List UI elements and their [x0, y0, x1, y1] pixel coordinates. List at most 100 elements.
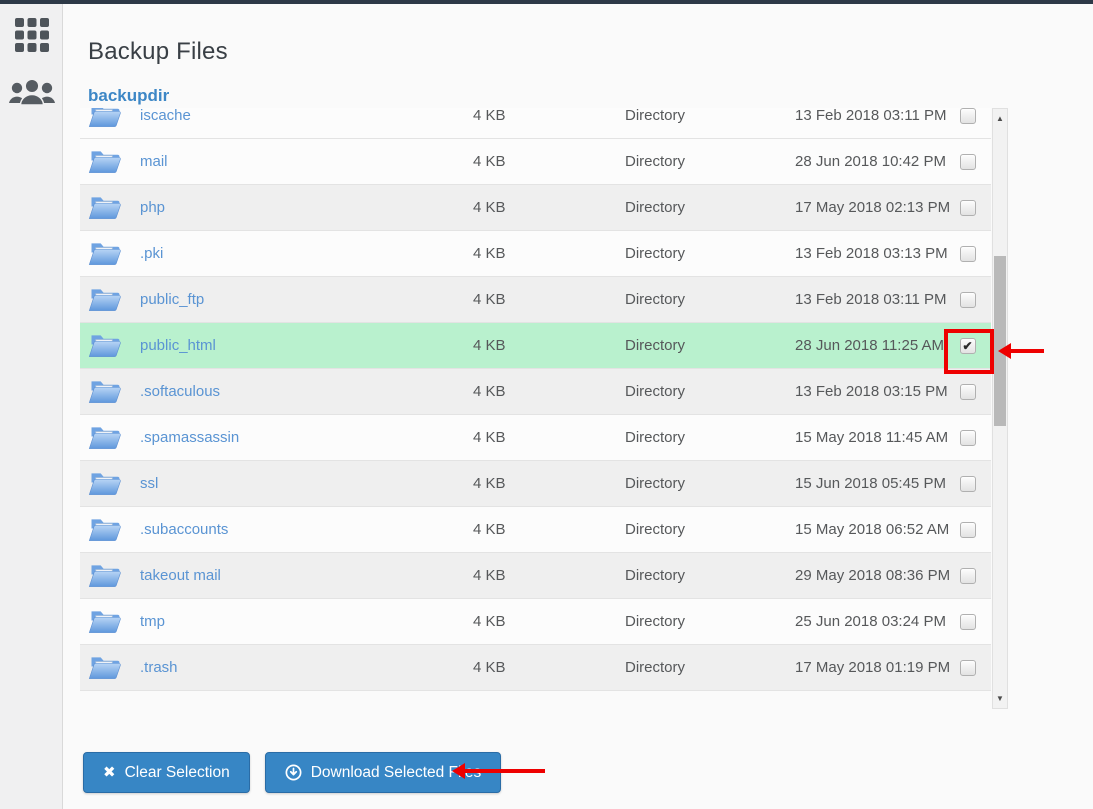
file-modified-date: 15 Jun 2018 05:45 PM: [795, 475, 944, 492]
file-type: Directory: [625, 567, 795, 584]
row-checkbox[interactable]: [960, 522, 976, 538]
table-row: takeout mail 4 KB Directory 29 May 2018 …: [80, 553, 991, 599]
table-row: .trash 4 KB Directory 17 May 2018 01:19 …: [80, 645, 991, 691]
table-row: public_ftp 4 KB Directory 13 Feb 2018 03…: [80, 277, 991, 323]
folder-icon: [88, 240, 122, 267]
row-checkbox[interactable]: [960, 476, 976, 492]
file-type: Directory: [625, 108, 795, 124]
x-icon: ✖: [103, 765, 116, 780]
clear-selection-label: Clear Selection: [125, 764, 230, 782]
table-row: .spamassassin 4 KB Directory 15 May 2018…: [80, 415, 991, 461]
file-type: Directory: [625, 199, 795, 216]
file-modified-date: 13 Feb 2018 03:11 PM: [795, 108, 944, 124]
file-modified-date: 25 Jun 2018 03:24 PM: [795, 613, 944, 630]
table-row: php 4 KB Directory 17 May 2018 02:13 PM: [80, 185, 991, 231]
file-size: 4 KB: [473, 291, 625, 308]
table-row: iscache 4 KB Directory 13 Feb 2018 03:11…: [80, 108, 991, 139]
row-checkbox[interactable]: ✔: [960, 338, 976, 354]
folder-icon: [88, 470, 122, 497]
folder-icon: [88, 332, 122, 359]
apps-grid-icon[interactable]: [0, 18, 63, 52]
row-checkbox[interactable]: [960, 384, 976, 400]
row-checkbox[interactable]: [960, 246, 976, 262]
action-buttons: ✖ Clear Selection Download Selected File…: [83, 752, 501, 793]
file-type: Directory: [625, 245, 795, 262]
table-row: mail 4 KB Directory 28 Jun 2018 10:42 PM: [80, 139, 991, 185]
file-name-link[interactable]: .trash: [140, 659, 178, 676]
folder-icon: [88, 654, 122, 681]
row-checkbox[interactable]: [960, 614, 976, 630]
file-modified-date: 15 May 2018 11:45 AM: [795, 429, 944, 446]
table-row: .pki 4 KB Directory 13 Feb 2018 03:13 PM: [80, 231, 991, 277]
file-modified-date: 29 May 2018 08:36 PM: [795, 567, 944, 584]
file-name-link[interactable]: .spamassassin: [140, 429, 239, 446]
row-checkbox[interactable]: [960, 108, 976, 124]
table-scrollbar[interactable]: ▲ ▼: [992, 108, 1008, 709]
file-name-link[interactable]: ssl: [140, 475, 158, 492]
folder-icon: [88, 378, 122, 405]
file-type: Directory: [625, 475, 795, 492]
backup-files-page: { "page": { "title": "Backup Files", "br…: [0, 0, 1093, 809]
file-type: Directory: [625, 383, 795, 400]
file-modified-date: 13 Feb 2018 03:11 PM: [795, 291, 944, 308]
file-name-link[interactable]: takeout mail: [140, 567, 221, 584]
row-checkbox[interactable]: [960, 568, 976, 584]
row-checkbox[interactable]: [960, 430, 976, 446]
file-name-link[interactable]: tmp: [140, 613, 165, 630]
file-modified-date: 13 Feb 2018 03:13 PM: [795, 245, 944, 262]
left-sidebar: [0, 4, 63, 809]
scrollbar-up-arrow-icon[interactable]: ▲: [993, 114, 1007, 123]
row-checkbox[interactable]: [960, 200, 976, 216]
file-size: 4 KB: [473, 475, 625, 492]
file-name-link[interactable]: public_html: [140, 337, 216, 354]
file-size: 4 KB: [473, 429, 625, 446]
file-name-link[interactable]: .softaculous: [140, 383, 220, 400]
file-table-viewport: iscache 4 KB Directory 13 Feb 2018 03:11…: [80, 108, 1008, 709]
file-name-link[interactable]: iscache: [140, 108, 191, 124]
file-name-link[interactable]: php: [140, 199, 165, 216]
file-modified-date: 17 May 2018 01:19 PM: [795, 659, 944, 676]
file-name-link[interactable]: mail: [140, 153, 168, 170]
file-modified-date: 13 Feb 2018 03:15 PM: [795, 383, 944, 400]
file-size: 4 KB: [473, 521, 625, 538]
folder-icon: [88, 286, 122, 313]
file-size: 4 KB: [473, 659, 625, 676]
file-name-link[interactable]: public_ftp: [140, 291, 204, 308]
file-type: Directory: [625, 521, 795, 538]
file-size: 4 KB: [473, 108, 625, 124]
file-name-link[interactable]: .pki: [140, 245, 163, 262]
file-size: 4 KB: [473, 613, 625, 630]
row-checkbox[interactable]: [960, 292, 976, 308]
download-circle-icon: [285, 764, 302, 781]
breadcrumb-backupdir[interactable]: backupdir: [88, 86, 169, 106]
file-modified-date: 28 Jun 2018 11:25 AM: [795, 337, 944, 354]
file-type: Directory: [625, 659, 795, 676]
clear-selection-button[interactable]: ✖ Clear Selection: [83, 752, 250, 793]
download-selected-files-label: Download Selected Files: [311, 764, 482, 782]
table-row: tmp 4 KB Directory 25 Jun 2018 03:24 PM: [80, 599, 991, 645]
folder-icon: [88, 424, 122, 451]
table-row: ssl 4 KB Directory 15 Jun 2018 05:45 PM: [80, 461, 991, 507]
file-size: 4 KB: [473, 199, 625, 216]
folder-icon: [88, 608, 122, 635]
row-checkbox[interactable]: [960, 154, 976, 170]
file-table-body: iscache 4 KB Directory 13 Feb 2018 03:11…: [80, 108, 991, 691]
table-row: .subaccounts 4 KB Directory 15 May 2018 …: [80, 507, 991, 553]
folder-icon: [88, 516, 122, 543]
page-title: Backup Files: [88, 38, 228, 66]
file-size: 4 KB: [473, 153, 625, 170]
file-modified-date: 15 May 2018 06:52 AM: [795, 521, 944, 538]
file-modified-date: 28 Jun 2018 10:42 PM: [795, 153, 944, 170]
row-checkbox[interactable]: [960, 660, 976, 676]
download-selected-files-button[interactable]: Download Selected Files: [265, 752, 502, 793]
users-group-icon[interactable]: [0, 78, 63, 108]
file-size: 4 KB: [473, 337, 625, 354]
scrollbar-thumb[interactable]: [994, 256, 1006, 426]
file-type: Directory: [625, 291, 795, 308]
scrollbar-down-arrow-icon[interactable]: ▼: [993, 694, 1007, 703]
folder-icon: [88, 108, 122, 129]
folder-icon: [88, 194, 122, 221]
file-size: 4 KB: [473, 245, 625, 262]
file-name-link[interactable]: .subaccounts: [140, 521, 228, 538]
file-size: 4 KB: [473, 383, 625, 400]
